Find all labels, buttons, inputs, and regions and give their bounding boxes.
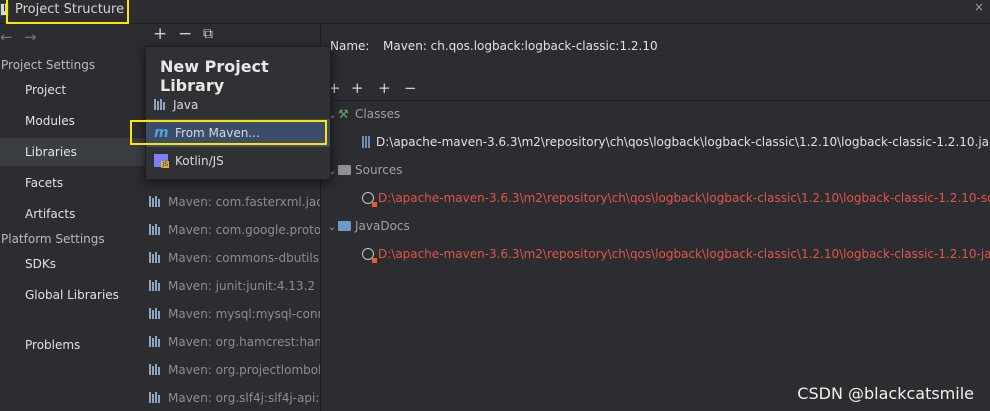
library-icon [149,364,163,375]
sources-label: Sources [355,163,403,177]
library-list-item[interactable]: Maven: commons-dbutils:commons [145,244,320,272]
library-name: Maven: org.slf4j:slf4j-api:1.7 [168,391,320,405]
library-details-panel: Name: Maven: ch.qos.logback:logback-clas… [322,24,990,411]
library-name: Maven: com.google.protobuf [168,223,321,237]
javadocs-root-row[interactable]: D:\apache-maven-3.6.3\m2\repository\ch\q… [362,244,990,264]
remove-library-icon[interactable]: − [178,24,192,44]
sidebar-item-project[interactable]: Project [0,76,145,104]
library-list-item[interactable]: Maven: org.projectlombok:lombok [145,356,320,384]
library-icon [149,196,163,207]
copy-library-icon[interactable]: ⧉ [203,26,213,42]
popup-item-java[interactable]: Java [146,91,330,119]
popup-title: New Project Library [160,57,269,95]
library-name-field[interactable]: Maven: ch.qos.logback:logback-classic:1.… [383,39,658,53]
library-list-item[interactable]: Maven: org.slf4j:slf4j-api:1.7 [145,384,320,411]
library-icon [149,280,163,291]
web-source-icon [362,192,377,207]
library-icon [149,336,163,347]
sidebar-item-libraries[interactable]: Libraries [0,138,145,166]
sidebar-item-artifacts[interactable]: Artifacts [0,200,145,228]
classes-root-path: D:\apache-maven-3.6.3\m2\repository\ch\q… [376,135,990,149]
library-icon [149,392,163,403]
platform-settings-header: Platform Settings [1,232,105,246]
popup-item-label: Java [173,98,199,112]
web-source-icon [362,248,377,263]
library-name: Maven: junit:junit:4.13.2 [168,279,316,293]
javadocs-label: JavaDocs [355,219,410,233]
folder-icon [338,165,351,175]
library-name: Maven: org.hamcrest:hamcrest [168,335,320,349]
library-icon [149,252,163,263]
classes-root-row[interactable]: D:\apache-maven-3.6.3\m2\repository\ch\q… [362,132,990,152]
add-url-icon[interactable]: + [351,79,364,97]
sources-root-path: D:\apache-maven-3.6.3\m2\repository\ch\q… [378,191,990,205]
library-list-item[interactable]: Maven: com.google.protobuf [145,216,321,244]
kotlin-js-icon: JS [154,154,169,168]
title-bar: I Project Structure × [0,0,990,24]
back-arrow-icon[interactable]: ← [0,28,13,46]
sidebar-item-problems[interactable]: Problems [0,331,145,359]
library-list-item[interactable]: Maven: com.fasterxml.jackson [145,188,320,216]
library-list-item[interactable]: Maven: mysql:mysql-connector [145,300,320,328]
watermark: CSDN @blackcatsmile [797,384,974,403]
sources-node[interactable]: ⌄ Sources [328,160,402,180]
library-name: Maven: commons-dbutils:commons [168,251,320,265]
library-name: Maven: com.fasterxml.jackson [168,195,320,209]
toolbar-divider [322,100,990,101]
new-project-library-popup: New Project Library Java m From Maven... … [145,46,331,180]
jar-icon [362,136,370,148]
add-special-root-icon[interactable]: + [378,79,391,97]
close-icon[interactable]: × [974,0,984,14]
sources-root-row[interactable]: D:\apache-maven-3.6.3\m2\repository\ch\q… [362,188,990,208]
popup-item-label: Kotlin/JS [175,154,224,168]
javadocs-node[interactable]: ⌄ JavaDocs [328,216,410,236]
classes-node[interactable]: ⌄ ⚒ Classes [328,104,400,124]
hammer-icon: ⚒ [338,107,349,121]
library-name: Maven: mysql:mysql-connector [168,307,320,321]
sidebar-item-global-libraries[interactable]: Global Libraries [0,281,145,309]
name-label: Name: [330,39,370,53]
sidebar-item-facets[interactable]: Facets [0,169,145,197]
sidebar-item-sdks[interactable]: SDKs [0,250,145,278]
library-list-item[interactable]: Maven: org.hamcrest:hamcrest [145,328,320,356]
settings-sidebar: ← → Project Settings Project Modules Lib… [0,24,145,411]
library-icon [149,308,163,319]
add-library-icon[interactable]: + [153,24,167,44]
forward-arrow-icon[interactable]: → [24,28,37,46]
popup-item-kotlin-js[interactable]: JS Kotlin/JS [146,147,330,175]
folder-icon [338,221,351,231]
javadocs-root-path: D:\apache-maven-3.6.3\m2\repository\ch\q… [378,247,990,261]
classes-label: Classes [355,107,401,121]
library-name: Maven: org.projectlombok:lombok [168,363,320,377]
project-settings-header: Project Settings [1,58,96,72]
chevron-down-icon[interactable]: ⌄ [328,218,338,238]
library-icon [149,224,163,235]
remove-root-icon[interactable]: − [404,79,417,97]
window-title: Project Structure [15,2,125,17]
from-maven-highlight-box [130,120,327,145]
library-icon [154,99,168,110]
library-list-item[interactable]: Maven: junit:junit:4.13.2 [145,272,320,300]
sidebar-item-modules[interactable]: Modules [0,107,145,135]
